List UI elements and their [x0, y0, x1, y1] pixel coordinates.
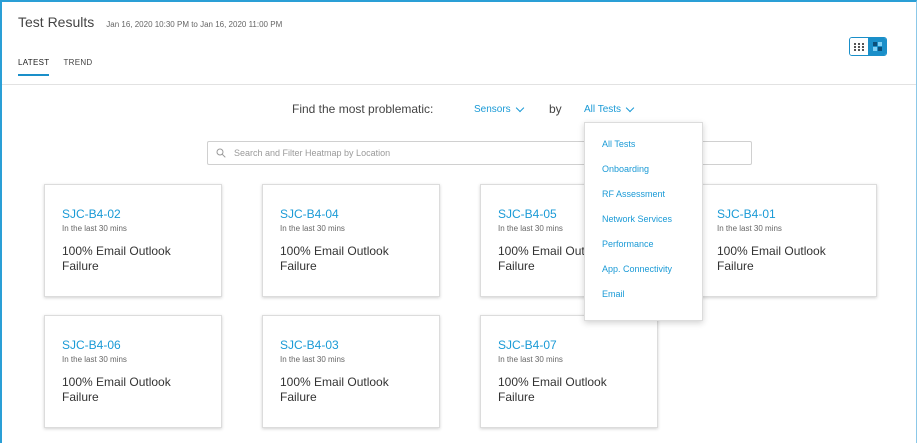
sensor-period: In the last 30 mins — [280, 355, 345, 364]
entity-dropdown[interactable]: Sensors — [474, 103, 524, 115]
tab-bar: LATEST TREND — [18, 58, 107, 76]
grid-view-button[interactable] — [850, 38, 868, 55]
menu-item-onboarding[interactable]: Onboarding — [585, 164, 702, 189]
sensor-name[interactable]: SJC-B4-04 — [280, 207, 439, 221]
sensor-failure: 100% Email Outlook Failure — [280, 375, 389, 404]
sensor-card[interactable]: SJC-B4-07 In the last 30 mins 100% Email… — [480, 315, 658, 428]
sensor-name[interactable]: SJC-B4-06 — [62, 338, 221, 352]
sensor-name[interactable]: SJC-B4-01 — [717, 207, 876, 221]
sensor-period: In the last 30 mins — [498, 355, 563, 364]
entity-dropdown-label: Sensors — [474, 104, 511, 115]
sensor-failure: 100% Email Outlook Failure — [717, 244, 826, 273]
sensor-name[interactable]: SJC-B4-07 — [498, 338, 657, 352]
tab-latest[interactable]: LATEST — [18, 58, 50, 76]
date-range: Jan 16, 2020 10:30 PM to Jan 16, 2020 11… — [106, 20, 283, 29]
view-toggle — [849, 37, 887, 56]
sensor-failure: 100% Email Outlook Failure — [62, 244, 171, 273]
heatmap-icon — [872, 42, 882, 51]
search-icon — [216, 148, 226, 158]
sensor-failure: 100% Email Outlook Failure — [280, 244, 389, 273]
sensor-card[interactable]: SJC-B4-01 In the last 30 mins 100% Email… — [699, 184, 877, 297]
page-title: Test Results — [18, 14, 95, 30]
menu-item-app-connectivity[interactable]: App. Connectivity — [585, 264, 702, 289]
problem-finder: Find the most problematic: Sensors by Al… — [0, 102, 917, 120]
sensor-card[interactable]: SJC-B4-04 In the last 30 mins 100% Email… — [262, 184, 440, 297]
sensor-period: In the last 30 mins — [62, 355, 127, 364]
chevron-down-icon — [515, 103, 524, 112]
menu-item-network-services[interactable]: Network Services — [585, 214, 702, 239]
sensor-name[interactable]: SJC-B4-03 — [280, 338, 439, 352]
grid-list-icon — [854, 42, 864, 51]
tab-divider — [2, 84, 916, 85]
sensor-card[interactable]: SJC-B4-06 In the last 30 mins 100% Email… — [44, 315, 222, 428]
menu-item-all-tests[interactable]: All Tests — [585, 139, 702, 164]
sensor-period: In the last 30 mins — [280, 224, 345, 233]
by-label: by — [549, 102, 562, 116]
page-header: Test Results Jan 16, 2020 10:30 PM to Ja… — [18, 14, 282, 34]
menu-item-rf-assessment[interactable]: RF Assessment — [585, 189, 702, 214]
sensor-period: In the last 30 mins — [62, 224, 127, 233]
sensor-card[interactable]: SJC-B4-03 In the last 30 mins 100% Email… — [262, 315, 440, 428]
test-dropdown-menu: All Tests Onboarding RF Assessment Netwo… — [584, 122, 703, 321]
sensor-card[interactable]: SJC-B4-02 In the last 30 mins 100% Email… — [44, 184, 222, 297]
sensor-name[interactable]: SJC-B4-02 — [62, 207, 221, 221]
menu-item-performance[interactable]: Performance — [585, 239, 702, 264]
tab-trend[interactable]: TREND — [63, 58, 92, 76]
finder-label: Find the most problematic: — [292, 102, 434, 116]
menu-item-email[interactable]: Email — [585, 289, 702, 314]
sensor-failure: 100% Email Outlook Failure — [62, 375, 171, 404]
chevron-down-icon — [625, 103, 635, 112]
sensor-period: In the last 30 mins — [717, 224, 782, 233]
sensor-failure: 100% Email Outlook Failure — [498, 375, 607, 404]
test-dropdown[interactable]: All Tests — [584, 103, 635, 115]
test-dropdown-label: All Tests — [584, 104, 622, 115]
heatmap-view-button[interactable] — [868, 38, 886, 55]
